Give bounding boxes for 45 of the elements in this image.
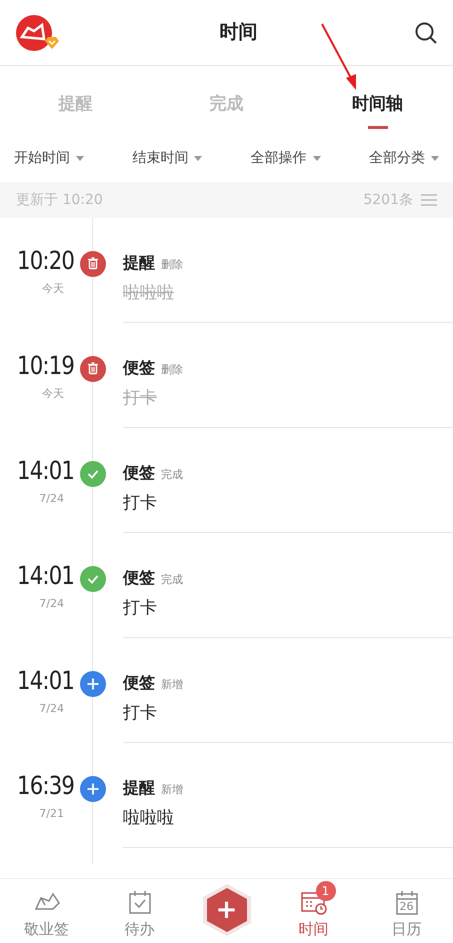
entry-time: 10:19 bbox=[17, 353, 74, 378]
entry-category: 便签 bbox=[123, 673, 155, 692]
entry-content: 啦啦啦 bbox=[123, 807, 175, 830]
entry-action: 新增 bbox=[161, 678, 183, 691]
entry-date: 今天 bbox=[41, 386, 64, 402]
filter-dropdown[interactable]: 开始时间 bbox=[14, 148, 84, 168]
entry-action: 完成 bbox=[161, 573, 183, 586]
entry-date: 今天 bbox=[41, 281, 64, 297]
entry-content: 打卡 bbox=[123, 492, 158, 515]
add-button[interactable]: + bbox=[202, 883, 252, 937]
entry-date: 7/21 bbox=[38, 806, 64, 822]
item-count: 5201条 bbox=[363, 190, 413, 210]
entry-date: 7/24 bbox=[38, 701, 64, 717]
nav-tab[interactable]: 待办 bbox=[93, 879, 186, 943]
nav-tab[interactable]: 敬业签 bbox=[0, 879, 93, 943]
entry-content: 打卡 bbox=[123, 387, 158, 410]
calendar-date: 26 bbox=[398, 901, 414, 912]
entry-action: 删除 bbox=[161, 363, 183, 376]
tab[interactable]: 时间轴 bbox=[302, 66, 453, 138]
nav-tab[interactable]: 26 日历 bbox=[360, 879, 453, 943]
entry-time: 16:39 bbox=[17, 773, 74, 798]
entry-action: 删除 bbox=[161, 258, 183, 271]
filter-dropdown[interactable]: 全部分类 bbox=[368, 148, 439, 168]
screen-title: 时间 bbox=[220, 20, 258, 46]
entry-time: 14:01 bbox=[17, 563, 74, 588]
entry-date: 7/24 bbox=[38, 596, 64, 612]
entry-category: 提醒 bbox=[123, 778, 155, 797]
update-time: 更新于 10:20 bbox=[16, 190, 103, 210]
entry-time: 14:01 bbox=[17, 668, 74, 693]
entry-time: 10:20 bbox=[17, 248, 74, 273]
entry-content: 啦啦啦 bbox=[123, 282, 175, 305]
entry-category: 便签 bbox=[123, 463, 155, 482]
filter-dropdown[interactable]: 结束时间 bbox=[132, 148, 202, 168]
entry-category: 便签 bbox=[123, 358, 155, 377]
entry-content: 打卡 bbox=[123, 597, 158, 620]
notification-badge: 1 bbox=[316, 881, 336, 901]
entry-category: 提醒 bbox=[123, 253, 155, 272]
filter-dropdown[interactable]: 全部操作 bbox=[250, 148, 321, 168]
entry-action: 完成 bbox=[161, 468, 183, 481]
entry-action: 新增 bbox=[161, 783, 183, 796]
entry-date: 7/24 bbox=[38, 491, 64, 507]
entry-time: 14:01 bbox=[17, 458, 74, 483]
entry-content: 打卡 bbox=[123, 702, 158, 725]
entry-category: 便签 bbox=[123, 568, 155, 587]
nav-tab[interactable]: 1 时间 bbox=[267, 879, 360, 943]
